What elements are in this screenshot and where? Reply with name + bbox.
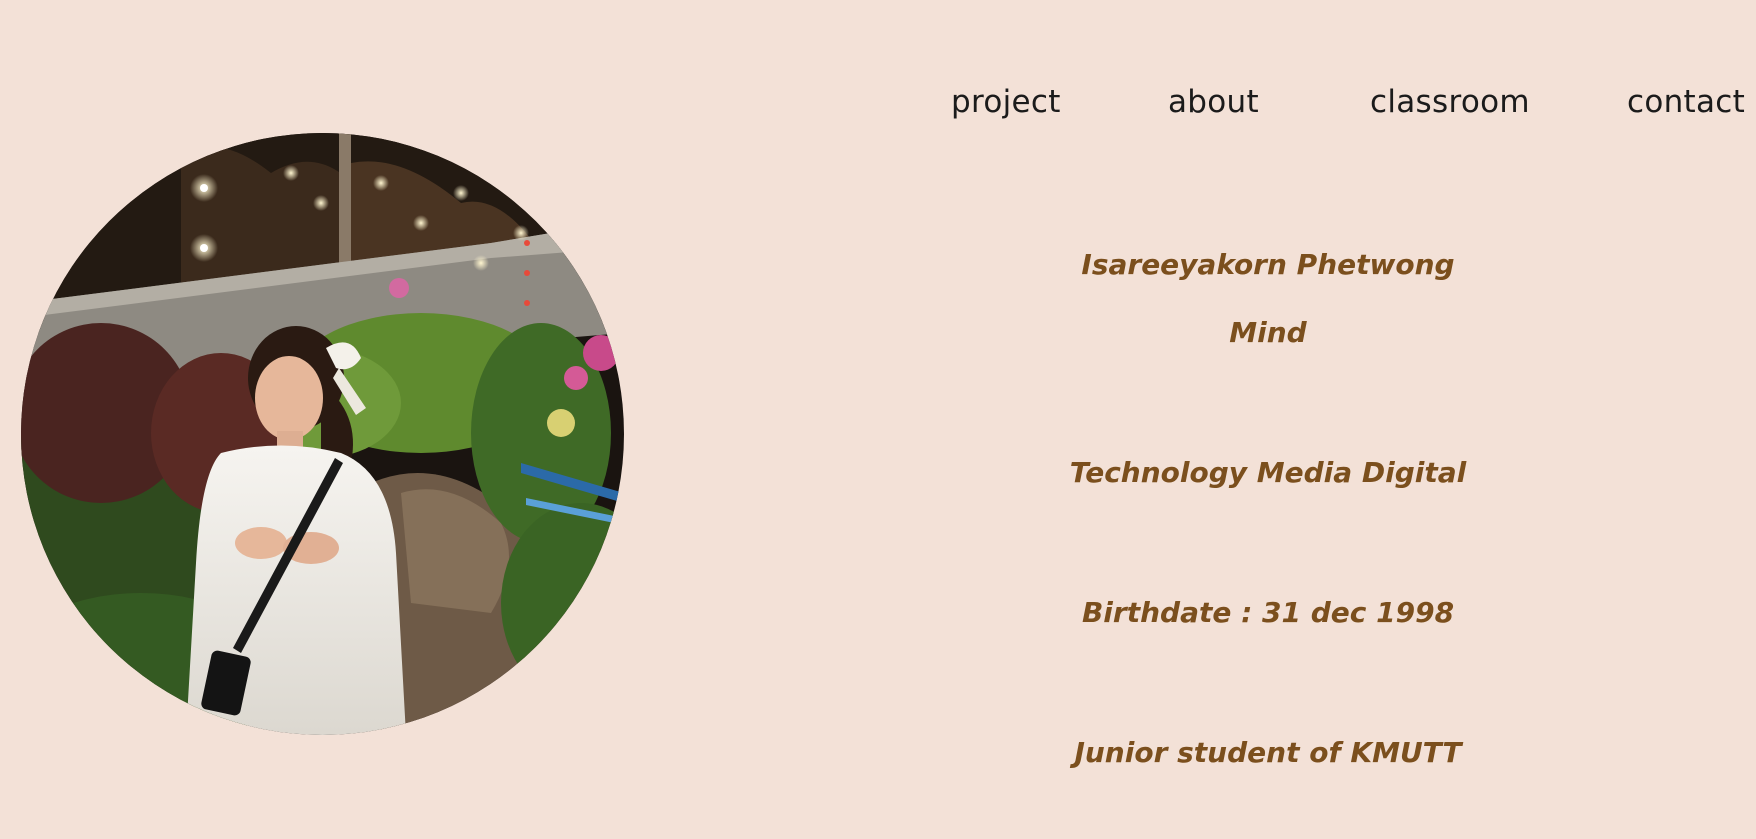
nav-link-project[interactable]: project: [951, 78, 1061, 126]
profile-nickname: Mind: [1229, 316, 1307, 349]
nav-link-contact[interactable]: contact: [1627, 78, 1745, 126]
profile-major: Technology Media Digital: [1069, 456, 1467, 489]
nav-link-classroom[interactable]: classroom: [1370, 78, 1530, 126]
profile-status: Junior student of KMUTT: [1074, 736, 1462, 769]
profile-photo-image: [21, 133, 624, 735]
top-nav: project about classroom contact: [940, 78, 1756, 126]
profile-birthdate: Birthdate : 31 dec 1998: [1081, 596, 1455, 629]
profile-photo: [21, 133, 624, 735]
nav-link-about[interactable]: about: [1168, 78, 1259, 126]
profile-name: Isareeyakorn Phetwong: [1081, 248, 1455, 281]
